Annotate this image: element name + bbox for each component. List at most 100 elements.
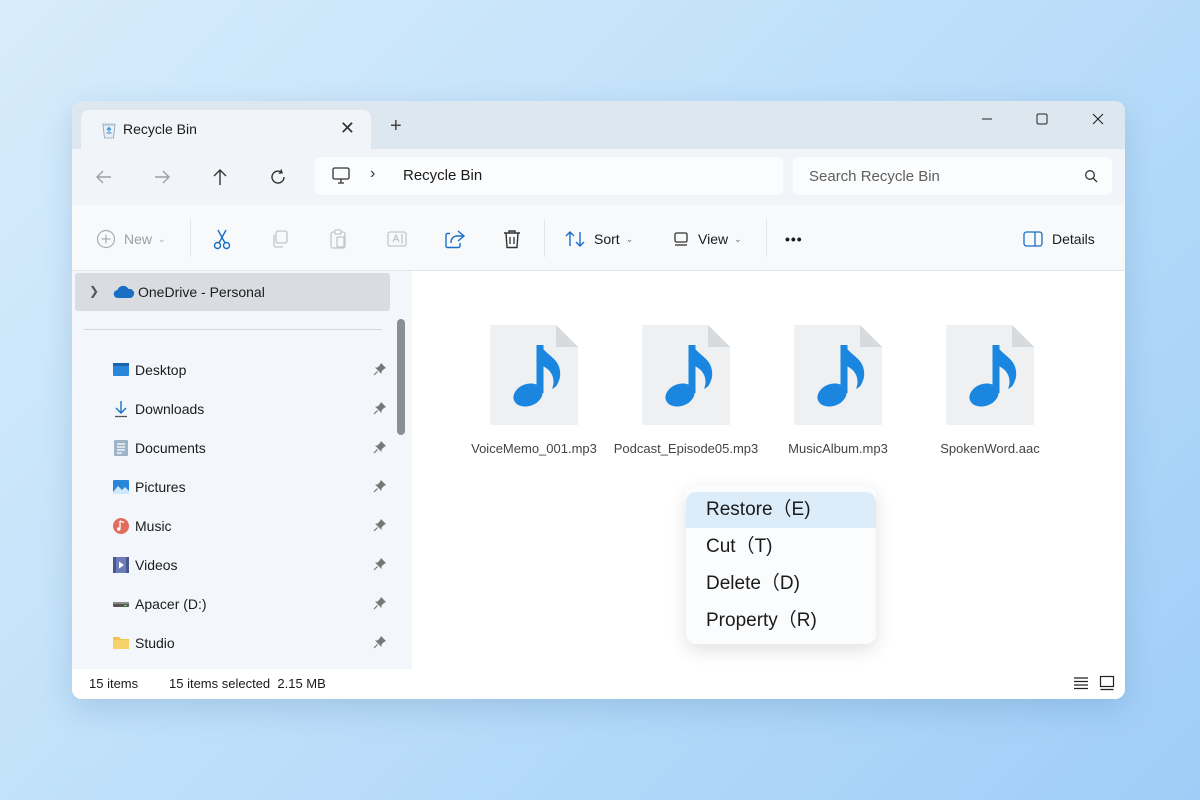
details-pane-icon — [1023, 231, 1043, 247]
new-button[interactable]: New ⌄ — [96, 227, 166, 251]
sidebar-item-documents[interactable]: Documents — [72, 431, 392, 465]
item-count: 15 items — [89, 676, 139, 691]
drive-icon — [113, 602, 129, 607]
audio-file-icon — [642, 325, 730, 425]
file-name: MusicAlbum.mp3 — [788, 441, 888, 456]
maximize-button[interactable] — [1027, 107, 1057, 131]
computer-icon — [332, 167, 350, 184]
audio-file-icon — [946, 325, 1034, 425]
file-item[interactable]: VoiceMemo_001.mp3 — [458, 323, 610, 463]
view-label: View — [698, 231, 729, 247]
details-button[interactable]: Details — [1022, 227, 1095, 251]
menu-item-property[interactable]: Property（R) — [686, 603, 876, 639]
copy-button[interactable] — [270, 227, 290, 251]
sidebar-item-pictures[interactable]: Pictures — [72, 470, 392, 504]
new-tab-button[interactable]: + — [390, 115, 402, 138]
trash-icon — [504, 230, 520, 249]
sidebar-item-studio[interactable]: Studio — [72, 626, 392, 660]
sidebar-item-label: Studio — [135, 635, 175, 651]
pin-icon[interactable] — [373, 479, 387, 493]
copy-icon — [273, 230, 288, 248]
delete-button[interactable] — [502, 227, 522, 251]
details-label: Details — [1052, 231, 1095, 247]
rename-button[interactable] — [386, 227, 408, 251]
details-view-icon[interactable] — [1073, 675, 1089, 691]
onedrive-label: OneDrive - Personal — [138, 284, 265, 300]
audio-file-icon — [794, 325, 882, 425]
cut-button[interactable] — [212, 227, 232, 251]
clipboard-icon — [330, 229, 346, 249]
address-bar[interactable]: › Recycle Bin — [315, 157, 783, 195]
file-item[interactable]: SpokenWord.aac — [914, 323, 1066, 463]
menu-item-delete[interactable]: Delete（D) — [686, 566, 876, 602]
chevron-down-icon: ⌄ — [625, 233, 634, 244]
sidebar-item-onedrive[interactable]: ❯ OneDrive - Personal — [75, 273, 390, 311]
pin-icon[interactable] — [373, 635, 387, 649]
sidebar-scrollbar-thumb[interactable] — [397, 319, 405, 435]
chevron-right-icon[interactable]: ❯ — [89, 284, 99, 298]
pin-icon[interactable] — [373, 362, 387, 376]
pin-icon[interactable] — [373, 596, 387, 610]
file-item[interactable]: Podcast_Episode05.mp3 — [610, 323, 762, 463]
tab-recycle-bin[interactable]: Recycle Bin ✕ — [81, 110, 371, 149]
maximize-icon — [1036, 113, 1048, 125]
breadcrumb[interactable]: Recycle Bin — [403, 167, 482, 184]
rename-icon — [387, 231, 407, 247]
more-options-button[interactable]: ••• — [785, 227, 803, 251]
forward-button[interactable] — [150, 165, 174, 189]
sort-icon — [565, 231, 585, 247]
sidebar-item-videos[interactable]: Videos — [72, 548, 392, 582]
share-button[interactable] — [444, 227, 466, 251]
audio-file-icon — [490, 325, 578, 425]
folder-icon — [113, 637, 129, 649]
pin-icon[interactable] — [373, 401, 387, 415]
context-menu: Restore（E) Cut（T) Delete（D) Property（R) — [686, 486, 876, 644]
music-icon — [113, 518, 129, 534]
back-button[interactable] — [92, 165, 116, 189]
chevron-down-icon: ⌄ — [734, 233, 742, 244]
close-window-button[interactable] — [1083, 107, 1113, 131]
minimize-icon — [982, 118, 992, 120]
toolbar-divider — [544, 219, 545, 257]
search-icon — [1085, 170, 1098, 183]
menu-item-cut[interactable]: Cut（T) — [686, 529, 876, 565]
view-icon — [674, 232, 688, 246]
sidebar-item-apacer-drive[interactable]: Apacer (D:) — [72, 587, 392, 621]
new-label: New — [124, 231, 153, 247]
sidebar-divider — [84, 329, 382, 330]
command-bar: New ⌄ Sort ⌄ View ⌄ ••• Details — [72, 205, 1125, 271]
sort-button[interactable]: Sort ⌄ — [564, 227, 633, 251]
sort-label: Sort — [594, 231, 620, 247]
pin-icon[interactable] — [373, 440, 387, 454]
videos-icon — [113, 557, 129, 573]
close-tab-icon[interactable]: ✕ — [340, 118, 355, 139]
sidebar-item-label: Videos — [135, 557, 178, 573]
menu-item-restore[interactable]: Restore（E) — [686, 492, 876, 528]
search-input[interactable] — [809, 166, 1069, 186]
pin-icon[interactable] — [373, 557, 387, 571]
pin-icon[interactable] — [373, 518, 387, 532]
chevron-right-icon[interactable]: › — [370, 165, 375, 183]
minimize-button[interactable] — [972, 107, 1002, 131]
file-item[interactable]: MusicAlbum.mp3 — [762, 323, 914, 463]
arrow-left-icon — [96, 170, 111, 184]
refresh-icon — [271, 169, 285, 184]
sidebar-item-label: Music — [135, 518, 172, 534]
sidebar-item-label: Apacer (D:) — [135, 596, 207, 612]
navigation-bar: › Recycle Bin — [72, 149, 1125, 205]
sidebar-item-music[interactable]: Music — [72, 509, 392, 543]
pictures-icon — [113, 480, 129, 494]
paste-button[interactable] — [328, 227, 348, 251]
arrow-up-icon — [213, 169, 227, 185]
sidebar-item-desktop[interactable]: Desktop — [72, 353, 392, 387]
selection-info: 15 items selected 2.15 MB — [169, 676, 326, 691]
view-button[interactable]: View ⌄ — [672, 227, 742, 251]
sidebar-item-downloads[interactable]: Downloads — [72, 392, 392, 426]
file-name: VoiceMemo_001.mp3 — [471, 441, 597, 456]
refresh-button[interactable] — [266, 165, 290, 189]
large-icons-view-icon[interactable] — [1099, 675, 1115, 691]
sidebar-item-label: Downloads — [135, 401, 205, 417]
up-button[interactable] — [208, 165, 232, 189]
search-box[interactable] — [793, 157, 1112, 195]
scissors-icon — [213, 229, 231, 250]
